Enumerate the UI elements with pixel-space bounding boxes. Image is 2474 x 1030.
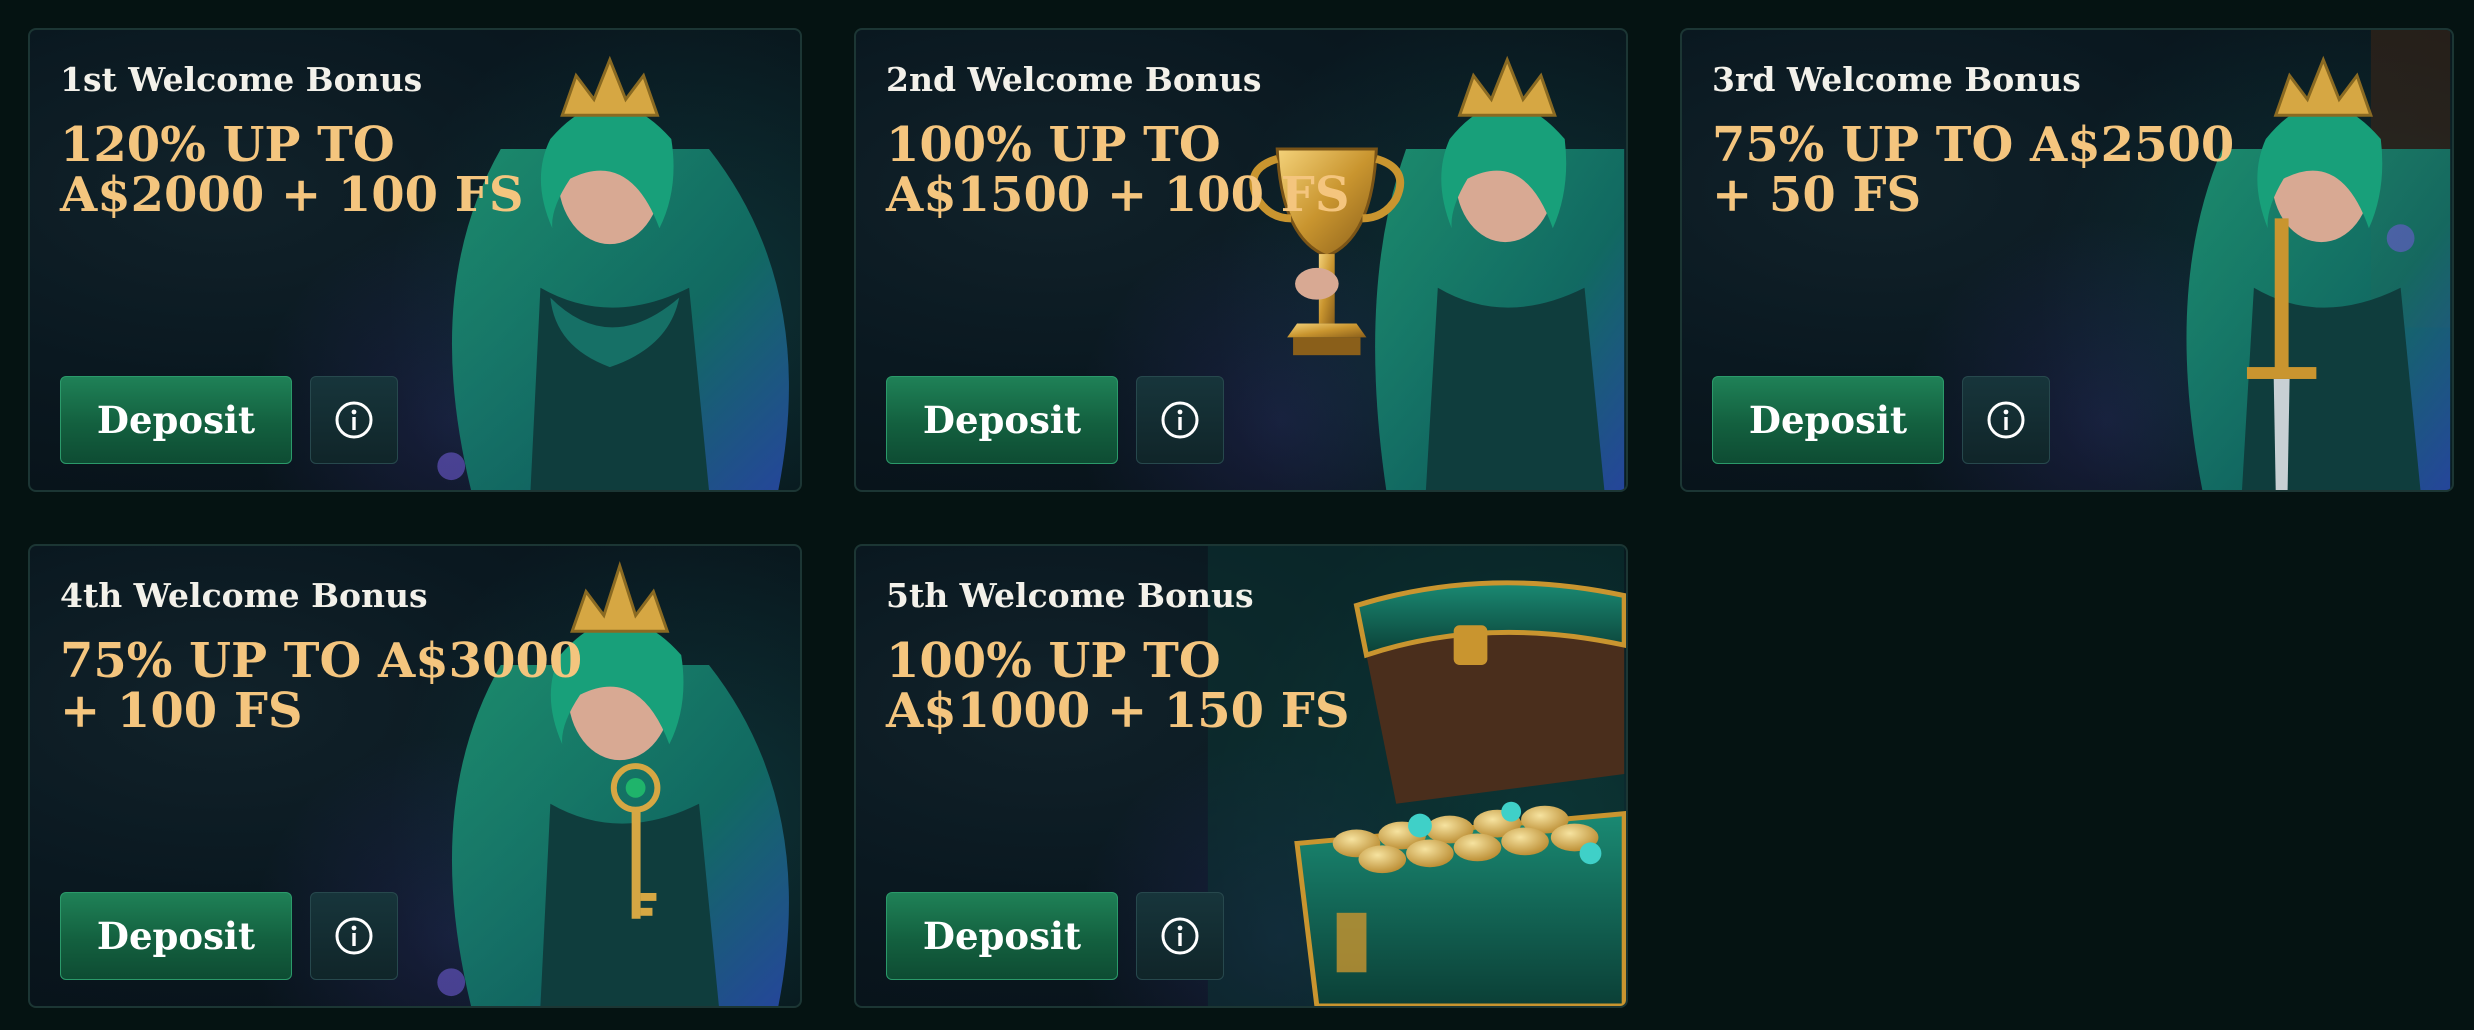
bonus-card-2: 2nd Welcome Bonus 100% UP TO A$1500 + 10… xyxy=(854,28,1628,492)
info-icon xyxy=(1987,401,2025,439)
deposit-button[interactable]: Deposit xyxy=(60,376,292,464)
bonus-card-3: 3rd Welcome Bonus 75% UP TO A$2500 + 50 … xyxy=(1680,28,2454,492)
info-icon xyxy=(1161,917,1199,955)
bonus-offer: 100% UP TO A$1500 + 100 FS xyxy=(886,117,1350,223)
info-button[interactable] xyxy=(1962,376,2050,464)
treasure-chest-illustration xyxy=(1207,546,1626,1006)
info-icon xyxy=(335,917,373,955)
deposit-button[interactable]: Deposit xyxy=(886,376,1118,464)
bonus-title: 1st Welcome Bonus xyxy=(60,60,423,99)
bonus-title: 3rd Welcome Bonus xyxy=(1712,60,2081,99)
elf-queen-illustration xyxy=(437,55,789,490)
deposit-button[interactable]: Deposit xyxy=(1712,376,1944,464)
deposit-button[interactable]: Deposit xyxy=(886,892,1118,980)
bonus-title: 5th Welcome Bonus xyxy=(886,576,1254,615)
bonus-card-5: 5th Welcome Bonus 100% UP TO A$1000 + 15… xyxy=(854,544,1628,1008)
info-button[interactable] xyxy=(310,892,398,980)
bonus-card-1: 1st Welcome Bonus 120% UP TO A$2000 + 10… xyxy=(28,28,802,492)
info-icon xyxy=(1161,401,1199,439)
bonus-title: 2nd Welcome Bonus xyxy=(886,60,1262,99)
bonus-offer: 100% UP TO A$1000 + 150 FS xyxy=(886,633,1350,739)
elf-queen-sword-illustration xyxy=(2186,30,2451,490)
deposit-button[interactable]: Deposit xyxy=(60,892,292,980)
bonus-offer: 75% UP TO A$2500 + 50 FS xyxy=(1712,117,2235,223)
info-button[interactable] xyxy=(1136,376,1224,464)
bonus-offer: 75% UP TO A$3000 + 100 FS xyxy=(60,633,583,739)
bonus-offer: 120% UP TO A$2000 + 100 FS xyxy=(60,117,524,223)
elf-queen-key-illustration xyxy=(437,560,789,1006)
elf-queen-trophy-illustration xyxy=(1249,55,1625,490)
bonus-title: 4th Welcome Bonus xyxy=(60,576,428,615)
info-icon xyxy=(335,401,373,439)
bonus-card-4: 4th Welcome Bonus 75% UP TO A$3000 + 100… xyxy=(28,544,802,1008)
info-button[interactable] xyxy=(310,376,398,464)
welcome-bonus-grid: 1st Welcome Bonus 120% UP TO A$2000 + 10… xyxy=(0,0,2474,1030)
info-button[interactable] xyxy=(1136,892,1224,980)
